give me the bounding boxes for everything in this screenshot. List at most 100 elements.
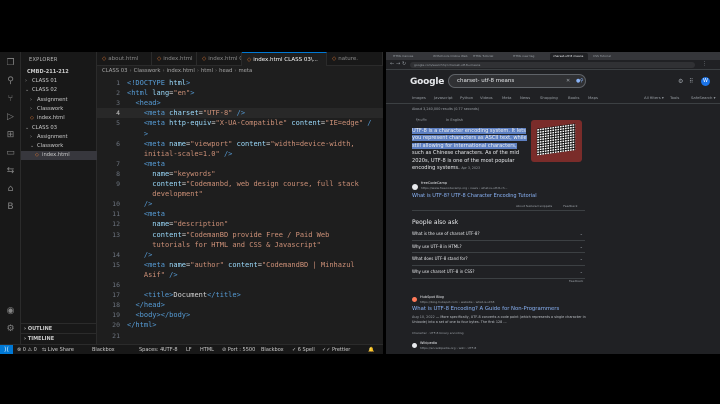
run-debug-icon[interactable]: ▷ [5,112,16,123]
code-line[interactable]: 18 </head> [97,300,383,310]
featured-source-name[interactable]: freeCodeCamp [421,181,447,185]
browser-tab[interactable]: W3Schools Online Web Tuto [430,53,468,60]
breadcrumb-item[interactable]: index.html [167,68,195,74]
remote-explorer-icon[interactable]: ▭ [5,148,16,159]
search-filter-chip[interactable]: News [520,94,530,102]
code-line[interactable]: 16 [97,280,383,290]
explorer-folder[interactable]: › Classwork [21,105,97,114]
code-line[interactable]: 14 /> [97,250,383,260]
breadcrumb-item[interactable]: CLASS 03 [102,68,128,74]
result-extra-links[interactable]: Character · UTF-8 binary encoding [412,331,464,335]
browser-menu-icon[interactable]: ⋮ [702,61,707,67]
remote-indicator-icon[interactable]: ⟩⟨ [0,345,13,354]
breadcrumb-item[interactable]: Classwork [134,68,161,74]
explorer-folder[interactable]: › Assignment [21,96,97,105]
people-also-ask-question[interactable]: Why use UTF-8 in HTML? ⌄ [412,241,585,254]
code-line[interactable]: 6 <meta name="viewport" content="width=d… [97,139,383,149]
people-also-ask-question[interactable]: What does UTF-8 stand for? ⌄ [412,253,585,266]
explorer-icon[interactable]: ❐ [5,58,16,69]
code-line[interactable]: 8 name="keywords" [97,169,383,179]
about-featured-snippets-link[interactable]: About featured snippets [516,204,552,208]
search-icon[interactable]: ⚲ [5,76,16,87]
code-line[interactable]: 17 <title>Document</title> [97,290,383,300]
spell-check-status[interactable]: ✓ 6 Spell [292,345,315,354]
explorer-file[interactable]: ◇ index.html [21,114,97,123]
result-title-link[interactable]: What is UTF-8 Encoding? A Guide for Non-… [412,306,559,312]
search-filter-chip[interactable]: Shopping [540,94,558,102]
workspace-folder-title[interactable]: CMBD-211-212 [27,69,69,75]
search-filter-chip[interactable]: Meta [502,94,511,102]
code-line[interactable]: 12 name="description" [97,219,383,229]
browser-tab[interactable]: HTML Tutorial [470,53,508,60]
explorer-folder[interactable]: › CLASS 01 [21,77,97,86]
browser-tab[interactable]: charset-utf-8 means [550,53,588,60]
search-box[interactable]: charset- utf-8 means ✕ ● ⚲ [448,74,586,88]
errors-warnings-indicator[interactable]: ⊗ 0 ⚠ 0 [17,345,37,354]
code-line[interactable]: 1 <!DOCTYPE html> [97,78,383,88]
result-site-name[interactable]: Wikipedia [420,341,437,345]
featured-snippet-link[interactable]: What is UTF-8? UTF-8 Character Encoding … [412,193,537,199]
result-url[interactable]: https://en.wikipedia.org › wiki › UTF-8 [420,346,476,350]
timeline-section[interactable]: › TIMELINE [21,333,97,343]
code-line[interactable]: development" [97,189,383,199]
code-line[interactable]: > [97,129,383,139]
account-avatar[interactable]: W [701,77,710,86]
live-share-status[interactable]: ⇆ Live Share [42,345,74,354]
language-tab-bengali[interactable]: ইংরেজি [416,118,427,124]
editor-tab[interactable]: ◇index.html CLASS 03\... [197,52,242,66]
code-line[interactable]: 4 <meta charset="UTF-8" /> [97,108,383,119]
clear-search-icon[interactable]: ✕ [566,75,570,87]
search-filter-chip[interactable]: Python [460,94,473,102]
docker-icon[interactable]: ⌂ [5,184,16,195]
result-url[interactable]: https://blog.hubspot.com › website › wha… [420,300,494,304]
search-submit-icon[interactable]: ⚲ [580,75,584,87]
live-server-port-status[interactable]: ⊘ Port : 5500 [222,345,255,354]
search-filter-chip[interactable]: Maps [588,94,598,102]
explorer-folder[interactable]: ⌄ CLASS 03 [21,124,97,133]
prettier-status[interactable]: ✓✓ Prettier [322,345,350,354]
outline-section[interactable]: › OUTLINE [21,323,97,333]
breadcrumb-item[interactable]: head [219,68,232,74]
code-line[interactable]: 21 [97,331,383,341]
code-line[interactable]: 3 <head> [97,98,383,108]
browser-tab[interactable]: HTML Canvas [390,53,428,60]
code-line[interactable]: 9 content="Codemanbd, web design course,… [97,179,383,189]
language-tab-english[interactable]: In English [446,118,463,122]
search-input[interactable]: charset- utf-8 means [457,75,514,87]
people-also-ask-question[interactable]: What is the use of charset UTF-8? ⌄ [412,228,585,241]
search-tools-control[interactable]: Tools [670,94,679,102]
code-line[interactable]: 13 content="CodemanBD provide Free / Pai… [97,230,383,240]
editor-tab[interactable]: ◇ about.html [97,52,152,66]
code-editor[interactable]: 1 <!DOCTYPE html> 2 <html lang="en"> 3 <head… [97,76,383,344]
encoding-status[interactable]: UTF-8 [163,345,178,354]
eol-status[interactable]: LF [186,345,192,354]
breadcrumb-item[interactable]: html [201,68,213,74]
editor-tab[interactable]: ◇ index.html [152,52,197,66]
search-filter-chip[interactable]: Videos [480,94,493,102]
account-icon[interactable]: ◉ [5,306,16,317]
editor-tab[interactable]: ◇index.html CLASS 03\... [242,52,327,66]
settings-gear-icon[interactable]: ⚙ [5,324,16,335]
blackbox-status[interactable]: Blackbox [92,345,115,354]
google-logo[interactable]: Google [410,77,444,87]
explorer-folder[interactable]: ⌄ CLASS 02 [21,86,97,95]
code-line[interactable]: initial-scale=1.0" /> [97,149,383,159]
code-line[interactable]: tutorials for HTML and CSS & Javascript" [97,240,383,250]
address-bar[interactable]: google.com/search?q=charset-utf-8+means [410,62,695,68]
explorer-file[interactable]: ◇ index.html [21,151,97,161]
code-line[interactable]: Asif" /> [97,270,383,280]
extensions-icon[interactable]: ⊞ [5,130,16,141]
code-line[interactable]: 10 /> [97,199,383,209]
source-control-icon[interactable]: ⑂ [5,94,16,105]
code-line[interactable]: 15 <meta name="author" content="Codemand… [97,260,383,270]
live-share-icon[interactable]: ⇆ [5,166,16,177]
blackbox-status-2[interactable]: Blackbox [261,345,284,354]
featured-snippet-image[interactable] [531,120,582,162]
notifications-bell-icon[interactable]: 🔔 [368,345,374,354]
search-filter-chip[interactable]: Books [568,94,579,102]
forward-icon[interactable]: → [396,61,400,67]
explorer-folder[interactable]: › Assignment [21,133,97,142]
settings-gear-icon[interactable]: ⚙ [678,78,683,85]
featured-feedback-link[interactable]: Feedback [563,204,577,208]
code-line[interactable]: 11 <meta [97,209,383,219]
